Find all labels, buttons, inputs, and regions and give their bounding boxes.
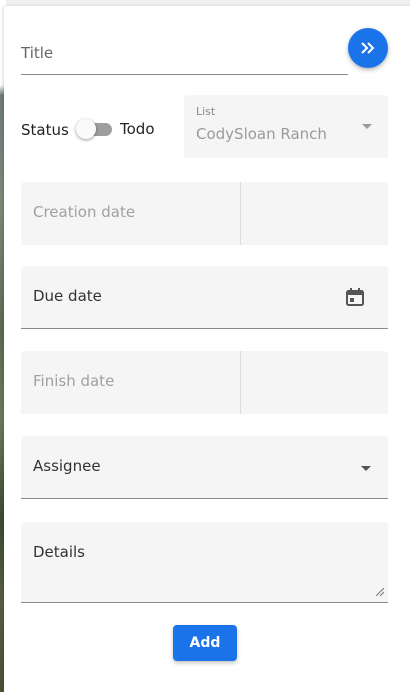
- toggle-knob: [76, 119, 96, 139]
- assignee-select[interactable]: Assignee: [21, 436, 388, 499]
- assignee-label: Assignee: [33, 457, 101, 475]
- title-input[interactable]: [21, 41, 348, 65]
- resize-handle-icon[interactable]: [376, 588, 384, 596]
- status-label: Status: [21, 121, 69, 139]
- status-toggle[interactable]: [76, 119, 112, 139]
- double-chevron-right-icon: [361, 42, 375, 54]
- dropdown-arrow-icon: [362, 124, 372, 129]
- finish-date-field: Finish date: [21, 351, 388, 414]
- due-date-label: Due date: [33, 287, 102, 305]
- creation-date-input: Creation date: [21, 182, 241, 245]
- dropdown-arrow-icon: [361, 466, 371, 471]
- list-value: CodySloan Ranch: [196, 125, 327, 143]
- finish-date-label: Finish date: [33, 372, 115, 390]
- finish-date-input: Finish date: [21, 351, 241, 414]
- status-value-label: Todo: [120, 120, 155, 138]
- list-label: List: [196, 105, 216, 118]
- creation-date-field: Creation date: [21, 182, 388, 245]
- creation-date-label: Creation date: [33, 203, 136, 221]
- details-textarea[interactable]: Details: [21, 522, 388, 603]
- title-field: [21, 30, 348, 75]
- add-button[interactable]: Add: [173, 625, 237, 661]
- list-select[interactable]: List CodySloan Ranch: [184, 95, 388, 158]
- calendar-icon[interactable]: [345, 287, 365, 307]
- due-date-field[interactable]: Due date: [21, 266, 388, 329]
- details-label: Details: [33, 543, 86, 561]
- collapse-panel-button[interactable]: [348, 28, 388, 68]
